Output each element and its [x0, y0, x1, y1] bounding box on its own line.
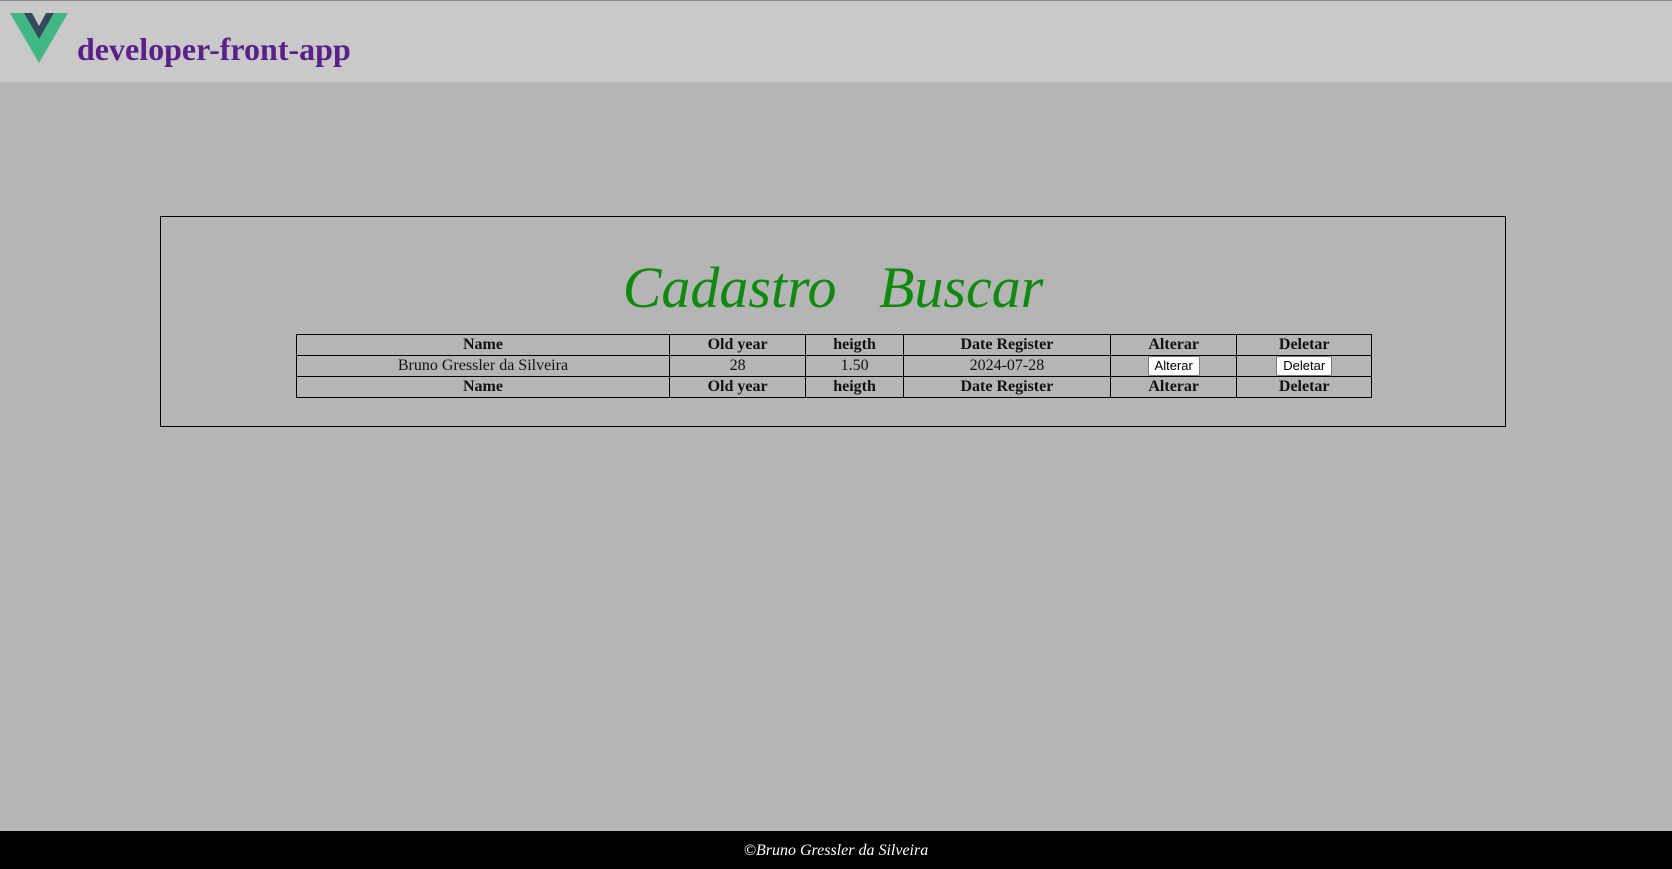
- header-date-register: Date Register: [902, 334, 1111, 356]
- footer-heigth: heigth: [805, 376, 904, 399]
- table-header-row: Name Old year heigth Date Register Alter…: [296, 334, 1372, 356]
- nav-link-buscar[interactable]: Buscar: [879, 255, 1043, 320]
- nav-links: Cadastro Buscar: [161, 259, 1505, 317]
- header-heigth: heigth: [805, 334, 904, 356]
- app-title: developer-front-app: [77, 31, 351, 67]
- app-header: developer-front-app: [0, 0, 1672, 82]
- cell-date-register: 2024-07-28: [902, 354, 1111, 378]
- cell-deletar: Deletar: [1236, 354, 1372, 378]
- cell-old-year: 28: [668, 354, 807, 378]
- cell-heigth: 1.50: [805, 354, 904, 378]
- cell-alterar: Alterar: [1109, 354, 1238, 378]
- page-footer: ©Bruno Gressler da Silveira: [0, 831, 1672, 869]
- footer-copyright: ©Bruno Gressler da Silveira: [743, 842, 929, 859]
- header-name: Name: [296, 334, 670, 356]
- header-deletar: Deletar: [1236, 334, 1372, 356]
- main-card: Cadastro Buscar Name Old year heigth Dat…: [160, 216, 1506, 427]
- table-row: Bruno Gressler da Silveira 28 1.50 2024-…: [296, 354, 1372, 378]
- alterar-button[interactable]: Alterar: [1147, 356, 1200, 377]
- footer-old-year: Old year: [668, 376, 807, 399]
- nav-link-cadastro[interactable]: Cadastro: [623, 255, 837, 320]
- header-old-year: Old year: [668, 334, 807, 356]
- footer-deletar: Deletar: [1236, 376, 1372, 399]
- vue-logo-icon: [10, 13, 68, 63]
- header-alterar: Alterar: [1109, 334, 1238, 356]
- records-table: Name Old year heigth Date Register Alter…: [296, 334, 1372, 399]
- footer-date-register: Date Register: [902, 376, 1111, 399]
- table-footer-row: Name Old year heigth Date Register Alter…: [296, 376, 1372, 399]
- deletar-button[interactable]: Deletar: [1276, 356, 1333, 377]
- page: developer-front-app Cadastro Buscar Name…: [0, 0, 1672, 869]
- footer-name: Name: [296, 376, 670, 399]
- cell-name: Bruno Gressler da Silveira: [296, 354, 670, 378]
- footer-alterar: Alterar: [1109, 376, 1238, 399]
